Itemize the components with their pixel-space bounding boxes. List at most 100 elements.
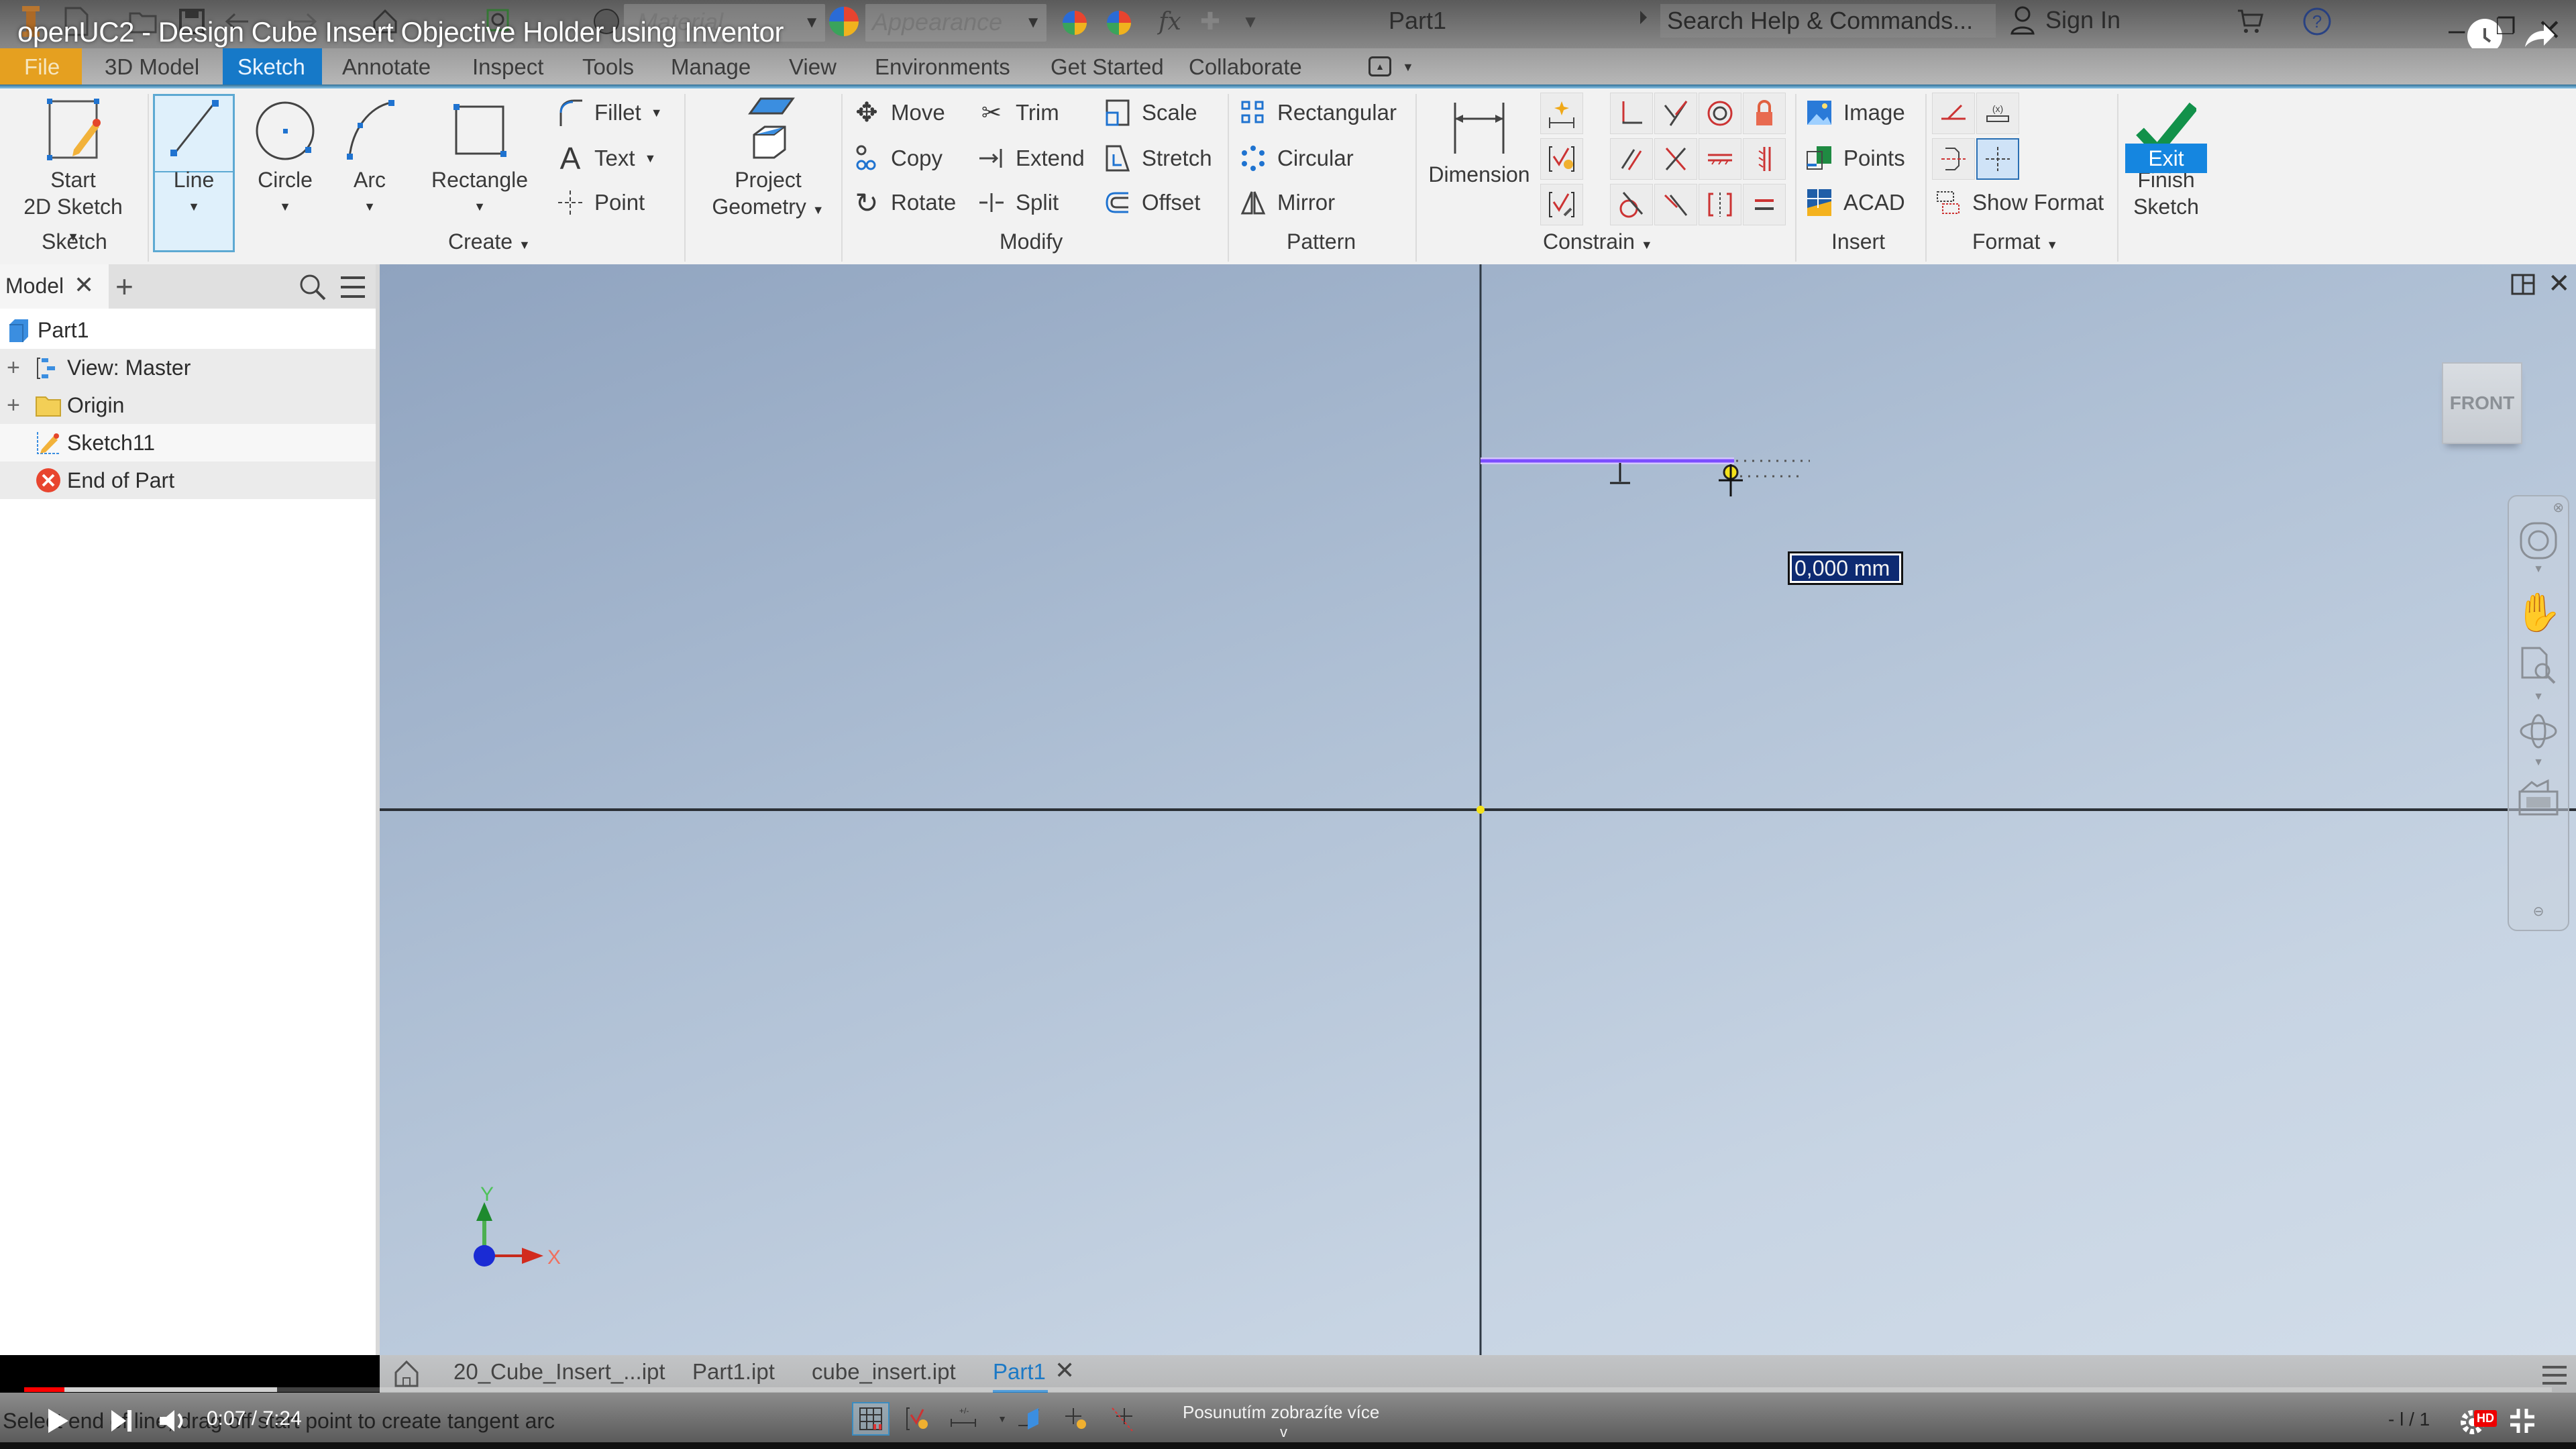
sign-in-button[interactable]: Sign In bbox=[2009, 5, 2121, 35]
look-at-icon[interactable] bbox=[2509, 778, 2568, 818]
parameters-fx-icon[interactable]: fx bbox=[1154, 5, 1186, 38]
graphics-window[interactable]: Y X ✕ bbox=[380, 264, 2576, 1355]
centerline-icon[interactable] bbox=[1932, 138, 1975, 180]
mirror-button[interactable]: Mirror bbox=[1238, 188, 1335, 217]
split-view-icon[interactable] bbox=[2511, 274, 2535, 299]
search-icon[interactable] bbox=[298, 272, 327, 305]
tree-item-end-of-part[interactable]: End of Part bbox=[0, 462, 376, 499]
panel-label-create[interactable]: Create ▼ bbox=[448, 229, 531, 254]
tab-sketch[interactable]: Sketch bbox=[223, 48, 322, 86]
exit-fullscreen-icon[interactable] bbox=[2509, 1407, 2536, 1438]
search-expand-icon[interactable] bbox=[1640, 11, 1647, 24]
fillet-button[interactable]: Fillet ▼ bbox=[555, 98, 663, 127]
orbit-icon[interactable] bbox=[2509, 711, 2568, 751]
show-constraints-icon[interactable] bbox=[1540, 138, 1583, 180]
tab-view[interactable]: View bbox=[782, 48, 843, 86]
tab-collaborate[interactable]: Collaborate bbox=[1182, 48, 1309, 86]
customize-qat-icon[interactable]: ▼ bbox=[1234, 5, 1267, 38]
chevron-down-icon[interactable]: ▼ bbox=[2509, 691, 2568, 703]
rotate-button[interactable]: ↻ Rotate bbox=[852, 187, 956, 219]
tab-annotate[interactable]: Annotate bbox=[335, 48, 437, 86]
appearance-combo[interactable]: Appearance ▼ bbox=[865, 4, 1046, 42]
trim-button[interactable]: ✂ Trim bbox=[977, 98, 1059, 127]
collinear-constraint-icon[interactable] bbox=[1654, 93, 1697, 134]
close-tab-icon[interactable]: ✕ bbox=[1055, 1356, 1075, 1385]
insert-image-button[interactable]: Image bbox=[1805, 98, 1905, 127]
document-tab[interactable]: Part1.ipt bbox=[692, 1359, 775, 1385]
tab-3d-model[interactable]: 3D Model bbox=[98, 48, 206, 86]
infer-constraints-icon[interactable] bbox=[1104, 1402, 1142, 1436]
tree-item-part1[interactable]: Part1 bbox=[0, 311, 376, 349]
panel-label-format[interactable]: Format ▼ bbox=[1972, 229, 2058, 254]
slice-graphics-icon[interactable] bbox=[1010, 1402, 1048, 1436]
expand-plus-icon[interactable]: + bbox=[7, 392, 20, 419]
tab-get-started[interactable]: Get Started bbox=[1044, 48, 1171, 86]
zoom-extents-icon[interactable] bbox=[2509, 645, 2568, 686]
show-format-button[interactable]: Show Format bbox=[1933, 188, 2104, 217]
parallel-constraint-icon[interactable] bbox=[1610, 138, 1653, 180]
tree-item-view-master[interactable]: + View: Master bbox=[0, 349, 376, 386]
line-button-content[interactable]: Line ▼ bbox=[153, 93, 235, 220]
construction-icon[interactable] bbox=[1932, 93, 1975, 134]
constraint-settings-icon[interactable] bbox=[1540, 184, 1583, 225]
scroll-more-chevron[interactable]: v bbox=[1280, 1424, 1287, 1441]
dimension-button[interactable]: Dimension bbox=[1422, 93, 1536, 188]
tab-environments[interactable]: Environments bbox=[868, 48, 1017, 86]
center-point-icon[interactable] bbox=[1976, 138, 2019, 180]
tree-item-origin[interactable]: + Origin bbox=[0, 386, 376, 424]
extend-button[interactable]: Extend bbox=[977, 144, 1085, 173]
stretch-button[interactable]: Stretch bbox=[1103, 144, 1212, 173]
browser-tab-model[interactable]: Model ✕ bbox=[0, 264, 109, 309]
perpendicular-constraint-icon[interactable] bbox=[1654, 138, 1697, 180]
volume-icon[interactable] bbox=[158, 1407, 189, 1438]
show-all-constraints-icon[interactable] bbox=[899, 1402, 936, 1436]
equal-constraint-icon[interactable] bbox=[1743, 184, 1786, 225]
help-search-input[interactable]: Search Help & Commands... bbox=[1660, 4, 1996, 38]
adjust-appearance-icon[interactable] bbox=[1063, 11, 1087, 35]
add-browser-tab-icon[interactable]: + bbox=[115, 268, 133, 305]
start-2d-sketch-button[interactable]: Start 2D Sketch ▼ bbox=[16, 93, 130, 250]
dimension-input[interactable]: 0,000 mm bbox=[1788, 551, 1903, 585]
chevron-down-icon[interactable]: ▼ bbox=[1402, 60, 1414, 74]
arc-button[interactable]: Arc ▼ bbox=[339, 93, 400, 220]
add-icon[interactable]: ✚ bbox=[1194, 5, 1226, 38]
smooth-constraint-icon[interactable] bbox=[1654, 184, 1697, 225]
document-tab[interactable]: cube_insert.ipt bbox=[812, 1359, 956, 1385]
coincident-constraint-icon[interactable] bbox=[1610, 93, 1653, 134]
minimize-icon[interactable]: – bbox=[2449, 13, 2465, 47]
panel-label-constrain[interactable]: Constrain ▼ bbox=[1543, 229, 1653, 254]
document-tab[interactable]: 20_Cube_Insert_...ipt bbox=[453, 1359, 665, 1385]
vertical-constraint-icon[interactable] bbox=[1743, 138, 1786, 180]
fix-constraint-lock-icon[interactable] bbox=[1743, 93, 1786, 134]
play-icon[interactable] bbox=[47, 1407, 70, 1438]
origin-point[interactable] bbox=[1477, 806, 1485, 814]
document-tab-active[interactable]: Part1 bbox=[993, 1359, 1046, 1385]
split-button[interactable]: Split bbox=[977, 188, 1059, 217]
sketch-canvas[interactable]: Y X bbox=[380, 264, 2576, 1355]
browser-menu-icon[interactable] bbox=[339, 275, 366, 303]
video-progress-bar[interactable] bbox=[24, 1387, 2552, 1392]
concentric-constraint-icon[interactable] bbox=[1699, 93, 1741, 134]
cart-icon[interactable] bbox=[2234, 5, 2266, 38]
symmetric-constraint-icon[interactable] bbox=[1699, 184, 1741, 225]
restore-icon[interactable]: ❐ bbox=[2496, 13, 2516, 40]
viewcube[interactable]: FRONT bbox=[2442, 362, 2522, 444]
rectangular-pattern-button[interactable]: Rectangular bbox=[1238, 98, 1397, 127]
tangent-constraint-icon[interactable] bbox=[1610, 184, 1653, 225]
circular-pattern-button[interactable]: Circular bbox=[1238, 144, 1354, 173]
chevron-down-icon[interactable]: ▼ bbox=[2509, 757, 2568, 769]
ribbon-display-toggle-icon[interactable]: ▲ bbox=[1368, 56, 1391, 76]
move-button[interactable]: ✥ Move bbox=[852, 98, 945, 127]
text-button[interactable]: A Text ▼ bbox=[555, 141, 657, 176]
exit-panel-label[interactable]: Exit bbox=[2125, 144, 2207, 173]
circle-button[interactable]: Circle ▼ bbox=[248, 93, 322, 220]
close-icon[interactable]: ✕ bbox=[74, 271, 94, 299]
project-geometry-button[interactable]: Project Geometry ▼ bbox=[704, 93, 832, 223]
point-button[interactable]: Point bbox=[555, 188, 645, 217]
pan-hand-icon[interactable]: ✋ bbox=[2509, 590, 2568, 635]
insert-points-button[interactable]: Points bbox=[1805, 144, 1905, 173]
next-video-icon[interactable] bbox=[110, 1409, 133, 1436]
help-icon[interactable]: ? bbox=[2301, 5, 2333, 38]
chevron-down-icon[interactable]: ▼ bbox=[2509, 564, 2568, 576]
steering-wheel-icon[interactable] bbox=[2509, 521, 2568, 561]
